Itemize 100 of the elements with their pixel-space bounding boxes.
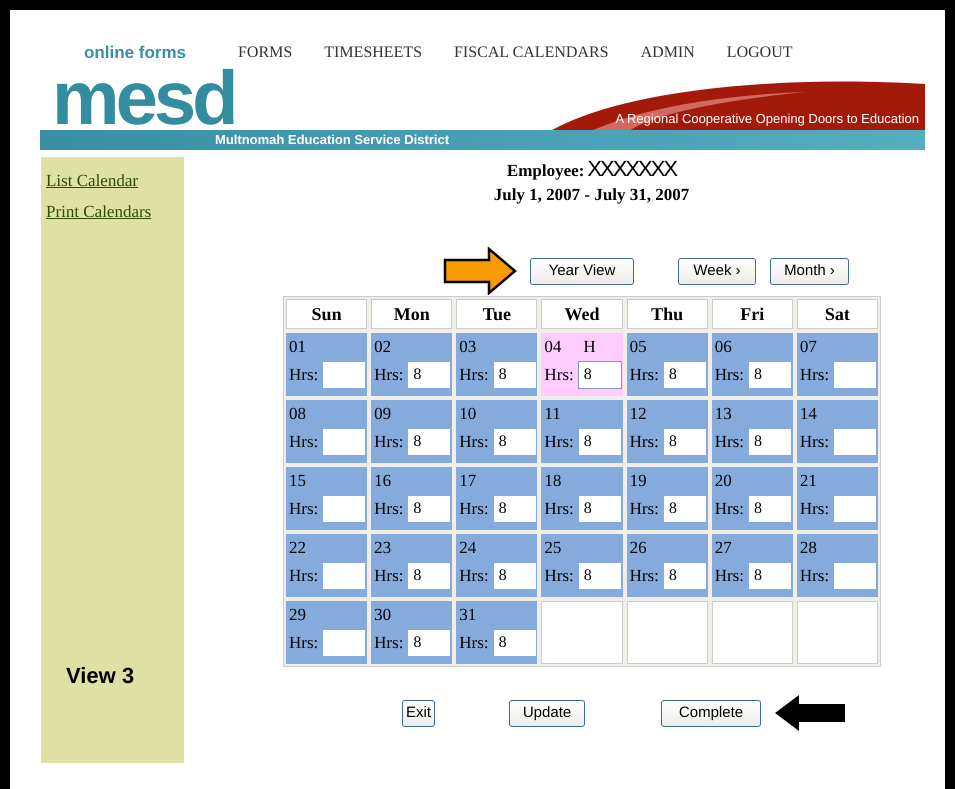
hours-field[interactable]: 8 bbox=[578, 562, 622, 590]
hours-field[interactable] bbox=[322, 428, 366, 456]
day-number: 14 bbox=[800, 404, 817, 425]
hours-field[interactable]: 8 bbox=[407, 629, 452, 657]
day-number: 22 bbox=[289, 538, 306, 559]
day-number: 08 bbox=[289, 404, 306, 425]
day-number: 04 bbox=[544, 337, 562, 358]
hours-field[interactable] bbox=[322, 562, 366, 590]
hours-label: Hrs: bbox=[459, 431, 489, 454]
hours-field[interactable]: 8 bbox=[748, 495, 792, 523]
date-range: July 1, 2007 - July 31, 2007 bbox=[494, 184, 690, 206]
hours-label: Hrs: bbox=[800, 565, 830, 588]
hours-field[interactable] bbox=[322, 629, 366, 657]
hours-label: Hrs: bbox=[459, 632, 489, 654]
nav-link[interactable]: FORMS bbox=[238, 41, 292, 65]
nav-link[interactable]: TIMESHEETS bbox=[324, 41, 422, 65]
day-number: 11 bbox=[544, 404, 561, 425]
weekday-header: Sat bbox=[796, 299, 878, 329]
hours-field[interactable]: 8 bbox=[578, 495, 622, 523]
sidebar-link[interactable]: Print Calendars bbox=[46, 196, 184, 227]
exit-button[interactable]: Exit bbox=[402, 700, 436, 726]
day-number: 27 bbox=[714, 538, 732, 559]
hours-field[interactable]: 8 bbox=[407, 562, 452, 590]
month-button[interactable]: Month › bbox=[770, 258, 849, 284]
hours-field[interactable]: 8 bbox=[407, 361, 452, 389]
sidebar-link[interactable]: List Calendar bbox=[46, 165, 184, 196]
nav-link[interactable]: LOGOUT bbox=[726, 41, 793, 65]
day-number: 01 bbox=[289, 337, 306, 358]
hours-label: Hrs: bbox=[544, 565, 574, 588]
hours-field[interactable]: 8 bbox=[748, 562, 792, 590]
day-number: 10 bbox=[459, 404, 476, 425]
slogan: A Regional Cooperative Opening Doors to Education bbox=[615, 110, 919, 128]
hours-field[interactable]: 8 bbox=[578, 361, 622, 389]
hours-label: Hrs: bbox=[289, 498, 318, 520]
arrow-icon bbox=[773, 693, 848, 733]
hours-label: Hrs: bbox=[800, 431, 830, 454]
hours-label: Hrs: bbox=[459, 565, 489, 588]
hours-field[interactable] bbox=[322, 361, 366, 389]
hours-field[interactable] bbox=[833, 562, 878, 590]
hours-field[interactable] bbox=[833, 428, 878, 456]
hours-label: Hrs: bbox=[544, 431, 574, 454]
hours-label: Hrs: bbox=[289, 565, 318, 588]
day-number: 29 bbox=[289, 605, 306, 626]
hours-field[interactable]: 8 bbox=[662, 428, 707, 456]
weekday-header: Mon bbox=[371, 299, 452, 329]
logo: mesd bbox=[52, 69, 235, 129]
hours-field[interactable]: 8 bbox=[492, 562, 537, 590]
hours-label: Hrs: bbox=[374, 498, 404, 520]
hours-label: Hrs: bbox=[374, 364, 404, 386]
day-number: 20 bbox=[714, 471, 732, 492]
complete-button[interactable]: Complete bbox=[661, 700, 762, 726]
hours-label: Hrs: bbox=[374, 565, 404, 588]
district-name: Multnomah Education Service District bbox=[215, 131, 450, 150]
hours-label: Hrs: bbox=[630, 431, 659, 454]
day-number: 25 bbox=[544, 538, 562, 559]
weekday-header: Fri bbox=[712, 299, 793, 329]
hours-label: Hrs: bbox=[459, 364, 489, 386]
hours-field[interactable]: 8 bbox=[407, 428, 452, 456]
hours-field[interactable] bbox=[833, 495, 878, 523]
hours-field[interactable]: 8 bbox=[492, 361, 537, 389]
hours-field[interactable]: 8 bbox=[662, 562, 707, 590]
hours-label: Hrs: bbox=[714, 498, 744, 520]
nav-link[interactable]: ADMIN bbox=[640, 41, 695, 65]
hours-label: Hrs: bbox=[289, 632, 318, 654]
view-annotation: View 3 bbox=[66, 662, 136, 690]
day-number: 07 bbox=[800, 337, 817, 358]
hours-field[interactable]: 8 bbox=[748, 361, 792, 389]
hours-label: Hrs: bbox=[714, 565, 744, 588]
hours-field[interactable] bbox=[322, 495, 366, 523]
day-number: 23 bbox=[374, 538, 392, 559]
hours-field[interactable]: 8 bbox=[407, 495, 452, 523]
hours-label: Hrs: bbox=[714, 431, 744, 454]
weekday-header: Sun bbox=[286, 299, 368, 329]
hours-field[interactable] bbox=[833, 361, 878, 389]
tagline: online forms bbox=[84, 42, 188, 64]
day-number: 31 bbox=[459, 605, 476, 626]
year-view-button[interactable]: Year View bbox=[530, 258, 634, 284]
employee-label: Employee: bbox=[506, 160, 584, 182]
week-button[interactable]: Week › bbox=[678, 258, 756, 284]
hours-field[interactable]: 8 bbox=[748, 428, 792, 456]
weekday-header: Thu bbox=[626, 299, 708, 329]
hours-field[interactable]: 8 bbox=[492, 428, 537, 456]
hours-field[interactable]: 8 bbox=[492, 629, 537, 657]
day-number: 06 bbox=[714, 337, 732, 358]
hours-field[interactable]: 8 bbox=[492, 495, 537, 523]
hours-label: Hrs: bbox=[544, 364, 574, 386]
hours-field[interactable]: 8 bbox=[662, 361, 707, 389]
nav-link[interactable]: FISCAL CALENDARS bbox=[454, 41, 609, 65]
weekday-header: Wed bbox=[541, 299, 623, 329]
holiday-marker: H bbox=[583, 337, 596, 358]
hours-label: Hrs: bbox=[714, 364, 744, 386]
day-number: 05 bbox=[630, 337, 647, 358]
arrow-icon bbox=[443, 247, 517, 295]
hours-field[interactable]: 8 bbox=[578, 428, 622, 456]
hours-field[interactable]: 8 bbox=[662, 495, 707, 523]
day-number: 09 bbox=[374, 404, 392, 425]
update-button[interactable]: Update bbox=[509, 700, 586, 726]
weekday-header: Tue bbox=[456, 299, 538, 329]
hours-label: Hrs: bbox=[289, 431, 318, 454]
hours-label: Hrs: bbox=[630, 565, 659, 588]
